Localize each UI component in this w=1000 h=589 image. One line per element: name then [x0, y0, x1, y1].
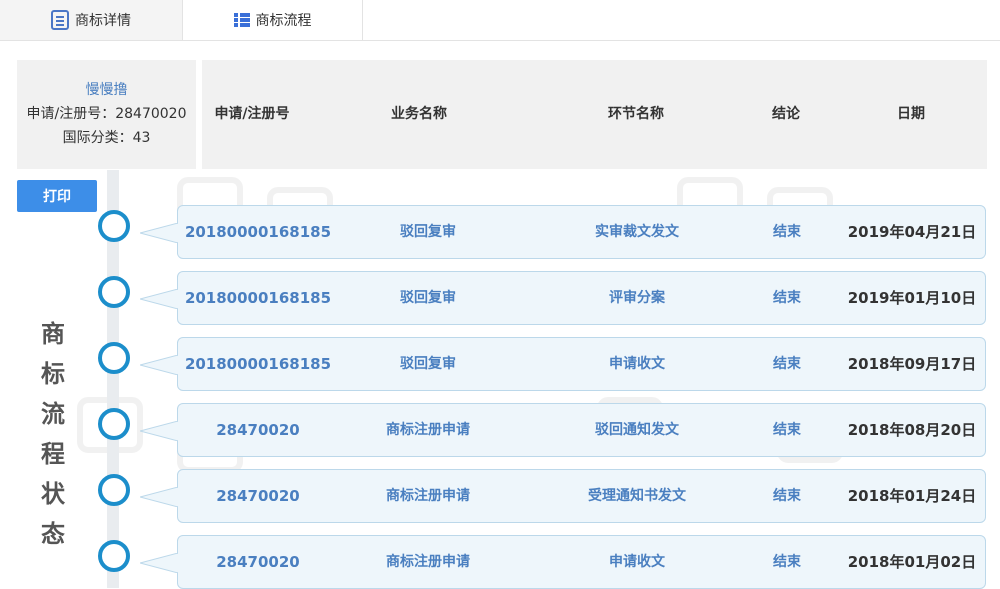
timeline-node [98, 474, 130, 506]
row-date: 2018年08月20日 [847, 421, 977, 439]
row-result: 结束 [773, 290, 801, 306]
row-business: 驳回复审 [400, 356, 456, 372]
row-step: 申请收文 [609, 554, 665, 570]
row-pointer [140, 289, 178, 309]
row-step: 驳回通知发文 [595, 422, 679, 438]
table-row: 28470020 商标注册申请 受理通知书发文 结束 2018年01月24日 [140, 469, 986, 523]
timeline-node [98, 210, 130, 242]
row-step: 评审分案 [609, 290, 665, 306]
row-business: 驳回复审 [400, 290, 456, 306]
print-button[interactable]: 打印 [17, 180, 97, 212]
timeline-title-char: 状 [41, 480, 65, 508]
tab-trademark-detail[interactable]: 商标详情 [0, 0, 183, 40]
registration-number: 申请/注册号：28470020 [26, 106, 187, 122]
row-reg-no[interactable]: 20180000168185 [185, 272, 331, 324]
row-step: 受理通知书发文 [588, 488, 686, 504]
timeline-node [98, 540, 130, 572]
row-result: 结束 [773, 422, 801, 438]
header-business: 业务名称 [391, 106, 447, 122]
row-date: 2018年09月17日 [847, 355, 977, 373]
trademark-name[interactable]: 慢慢撸 [17, 78, 196, 102]
row-result: 结束 [773, 488, 801, 504]
timeline-node [98, 276, 130, 308]
table-row: 20180000168185 驳回复审 实审裁文发文 结束 2019年04月21… [140, 205, 986, 259]
timeline-node [98, 342, 130, 374]
trademark-info-card: 慢慢撸 申请/注册号：28470020 国际分类：43 [17, 60, 196, 169]
timeline-title-char: 商 [41, 320, 65, 348]
table-row: 28470020 商标注册申请 驳回通知发文 结束 2018年08月20日 [140, 403, 986, 457]
row-business: 商标注册申请 [386, 422, 470, 438]
row-date: 2019年04月21日 [847, 223, 977, 241]
row-pointer [140, 355, 178, 375]
header-step: 环节名称 [608, 106, 664, 122]
row-reg-no[interactable]: 28470020 [216, 404, 300, 456]
header-reg-no: 申请/注册号 [214, 106, 290, 122]
table-row: 20180000168185 驳回复审 申请收文 结束 2018年09月17日 [140, 337, 986, 391]
header-date: 日期 [897, 106, 925, 122]
row-pointer [140, 553, 178, 573]
row-reg-no[interactable]: 28470020 [216, 536, 300, 588]
row-date: 2019年01月10日 [847, 289, 977, 307]
tab-bar: 商标详情 商标流程 [0, 0, 1000, 41]
row-step: 实审裁文发文 [595, 224, 679, 240]
tab-trademark-flow[interactable]: 商标流程 [183, 0, 363, 40]
table-header: 申请/注册号 业务名称 环节名称 结论 日期 [202, 60, 987, 169]
timeline-title-char: 标 [41, 360, 65, 388]
row-business: 商标注册申请 [386, 488, 470, 504]
document-icon [51, 10, 69, 30]
international-class: 国际分类：43 [62, 130, 151, 146]
timeline-title-char: 态 [41, 520, 65, 548]
row-pointer [140, 223, 178, 243]
timeline-title-char: 流 [41, 400, 65, 428]
row-reg-no[interactable]: 28470020 [216, 470, 300, 522]
row-result: 结束 [773, 224, 801, 240]
row-step: 申请收文 [609, 356, 665, 372]
tab-label: 商标流程 [255, 13, 312, 29]
timeline-node [98, 408, 130, 440]
timeline-title: 商 标 流 程 状 态 [38, 314, 68, 554]
row-business: 驳回复审 [400, 224, 456, 240]
tab-label: 商标详情 [75, 13, 131, 29]
row-pointer [140, 487, 178, 507]
header-result: 结论 [772, 106, 800, 122]
row-pointer [140, 421, 178, 441]
row-reg-no[interactable]: 20180000168185 [185, 338, 331, 390]
row-date: 2018年01月02日 [847, 553, 977, 571]
list-icon [233, 13, 250, 27]
table-row: 20180000168185 驳回复审 评审分案 结束 2019年01月10日 [140, 271, 986, 325]
row-reg-no[interactable]: 20180000168185 [185, 206, 331, 258]
row-result: 结束 [773, 554, 801, 570]
row-result: 结束 [773, 356, 801, 372]
timeline-title-char: 程 [41, 440, 65, 468]
table-row: 28470020 商标注册申请 申请收文 结束 2018年01月02日 [140, 535, 986, 589]
row-date: 2018年01月24日 [847, 487, 977, 505]
row-business: 商标注册申请 [386, 554, 470, 570]
